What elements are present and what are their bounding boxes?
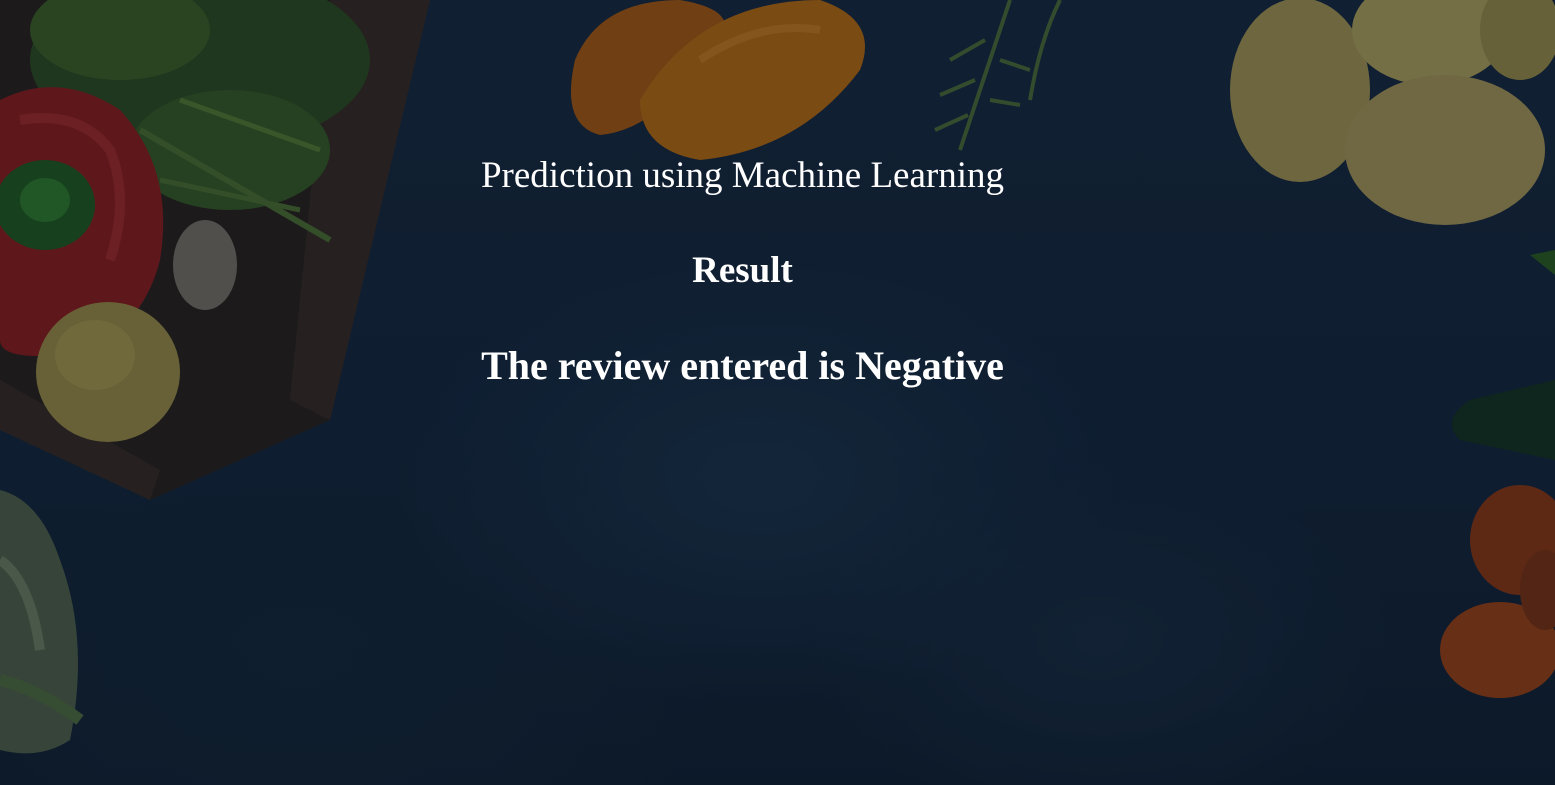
result-heading: Result: [692, 250, 793, 291]
prediction-result-text: The review entered is Negative: [481, 343, 1004, 388]
vegetables-background-image: [0, 0, 1555, 785]
page-title: Prediction using Machine Learning: [480, 155, 1004, 196]
